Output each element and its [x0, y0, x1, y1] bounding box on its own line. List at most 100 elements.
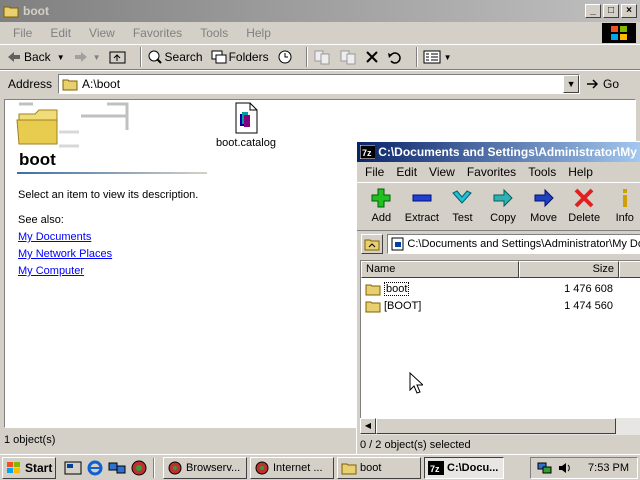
- sevenzip-titlebar[interactable]: 7z C:\Documents and Settings\Administrat…: [357, 142, 640, 162]
- up-folder-icon: [364, 239, 380, 250]
- close-button[interactable]: ×: [621, 4, 637, 18]
- menu-favorites[interactable]: Favorites: [133, 26, 182, 40]
- delete-icon: [365, 51, 378, 63]
- mouse-cursor-icon: [409, 372, 423, 394]
- list-item[interactable]: [BOOT] 1 474 560: [361, 297, 640, 314]
- sevenzip-title: C:\Documents and Settings\Administrator\…: [378, 145, 640, 159]
- menu-file[interactable]: File: [365, 165, 384, 179]
- extract-button[interactable]: Extract: [402, 183, 443, 224]
- menu-view[interactable]: View: [89, 26, 115, 40]
- maximize-button[interactable]: □: [603, 4, 619, 18]
- menu-tools[interactable]: Tools: [528, 165, 556, 179]
- forward-button[interactable]: ▼: [73, 50, 101, 64]
- scroll-left-button[interactable]: ◀: [360, 418, 376, 434]
- file-item[interactable]: boot.catalog: [210, 102, 282, 149]
- menu-edit[interactable]: Edit: [396, 165, 417, 179]
- menu-view[interactable]: View: [429, 165, 455, 179]
- sevenzip-path: C:\Documents and Settings\Administrator\…: [407, 237, 640, 250]
- explorer-title: boot: [23, 4, 49, 18]
- copy-to-button[interactable]: [339, 49, 357, 65]
- folders-button[interactable]: Folders: [211, 49, 269, 65]
- chevron-down-icon[interactable]: ▼: [93, 53, 101, 62]
- sevenzip-app-icon: 7z: [360, 145, 376, 159]
- sevenzip-app-icon: 7z: [428, 460, 444, 475]
- status-text: 1 object(s): [4, 434, 56, 446]
- address-input[interactable]: A:\boot ▼: [58, 73, 581, 94]
- search-button[interactable]: Search: [147, 49, 203, 65]
- add-button[interactable]: Add: [361, 183, 402, 224]
- test-button[interactable]: Test: [442, 183, 483, 224]
- drive-icon: [391, 237, 404, 250]
- horizontal-scrollbar[interactable]: ◀: [360, 418, 640, 435]
- undo-button[interactable]: [387, 50, 403, 64]
- link-my-computer[interactable]: My Computer: [18, 265, 84, 277]
- search-icon: [148, 50, 162, 64]
- move-to-icon: [314, 50, 330, 65]
- forward-arrow-icon: [74, 52, 87, 62]
- go-button[interactable]: Go: [586, 77, 619, 91]
- delete-icon: [574, 188, 594, 208]
- info-button[interactable]: Info: [604, 183, 640, 224]
- svg-text:7z: 7z: [362, 148, 372, 158]
- taskbar-button-internet[interactable]: Internet ...: [250, 456, 334, 479]
- sevenzip-pathbar: C:\Documents and Settings\Administrator\…: [357, 230, 640, 256]
- list-item[interactable]: boot 1 476 608: [361, 280, 640, 297]
- back-arrow-icon: [8, 52, 20, 62]
- network-connection-icon[interactable]: [537, 461, 553, 475]
- taskbar-button-sevenzip[interactable]: 7z C:\Docu...: [424, 456, 504, 479]
- column-size[interactable]: Size: [519, 261, 619, 278]
- column-name[interactable]: Name: [361, 261, 519, 278]
- back-button[interactable]: Back ▼: [6, 50, 65, 64]
- scroll-thumb[interactable]: [376, 418, 616, 434]
- sevenzip-menubar: File Edit View Favorites Tools Help: [357, 162, 640, 182]
- history-icon: [278, 50, 292, 64]
- menu-help[interactable]: Help: [568, 165, 593, 179]
- address-dropdown-button[interactable]: ▼: [563, 74, 580, 93]
- pane-description: Select an item to view its description.: [18, 189, 199, 201]
- sevenzip-path-input[interactable]: C:\Documents and Settings\Administrator\…: [387, 233, 640, 254]
- menu-edit[interactable]: Edit: [50, 26, 71, 40]
- browser-icon[interactable]: [130, 460, 148, 476]
- pane-title: boot: [19, 150, 56, 169]
- pane-divider: [17, 172, 207, 174]
- see-also-label: See also:: [18, 214, 64, 226]
- history-button[interactable]: [277, 49, 293, 65]
- link-my-documents[interactable]: My Documents: [18, 231, 91, 243]
- internet-explorer-icon[interactable]: [86, 460, 104, 476]
- copy-button[interactable]: Copy: [483, 183, 524, 224]
- delete-button[interactable]: [365, 50, 379, 64]
- sevenzip-file-list: Name Size boot 1 476 608 [BOOT] 1 474 56…: [360, 260, 640, 435]
- chevron-down-icon[interactable]: ▼: [444, 53, 452, 62]
- item-name: [BOOT]: [384, 299, 422, 312]
- menu-file[interactable]: File: [13, 26, 32, 40]
- taskbar-button-browserv[interactable]: Browserv...: [163, 456, 247, 479]
- volume-icon[interactable]: [557, 461, 573, 475]
- menu-favorites[interactable]: Favorites: [467, 165, 516, 179]
- chevron-down-icon[interactable]: ▼: [57, 53, 65, 62]
- link-my-network-places[interactable]: My Network Places: [18, 248, 112, 260]
- test-icon: [452, 190, 473, 204]
- folder-icon: [3, 6, 19, 18]
- views-button[interactable]: ▼: [423, 50, 452, 64]
- move-button[interactable]: Move: [523, 183, 564, 224]
- explorer-titlebar[interactable]: boot _ □ ×: [0, 0, 640, 22]
- menu-help[interactable]: Help: [246, 26, 271, 40]
- clock[interactable]: 7:53 PM: [588, 462, 629, 474]
- up-folder-button[interactable]: [361, 233, 383, 254]
- move-to-button[interactable]: [313, 49, 331, 65]
- folder-large-icon: [16, 102, 129, 148]
- minimize-button[interactable]: _: [585, 4, 601, 18]
- menu-tools[interactable]: Tools: [200, 26, 228, 40]
- address-bar: Address A:\boot ▼ Go: [0, 70, 640, 96]
- up-folder-button[interactable]: [109, 49, 127, 65]
- undo-icon: [387, 52, 401, 64]
- svg-text:7z: 7z: [430, 464, 440, 474]
- start-button[interactable]: Start: [2, 456, 56, 479]
- taskbar-button-boot[interactable]: boot: [337, 456, 421, 479]
- show-desktop-icon[interactable]: [64, 460, 82, 476]
- network-icon[interactable]: [108, 460, 126, 476]
- address-value: A:\boot: [82, 76, 121, 91]
- delete-button[interactable]: Delete: [564, 183, 605, 224]
- list-header: Name Size: [361, 261, 640, 278]
- explorer-toolbar: Back ▼ ▼ Search Folders ▼: [0, 44, 640, 70]
